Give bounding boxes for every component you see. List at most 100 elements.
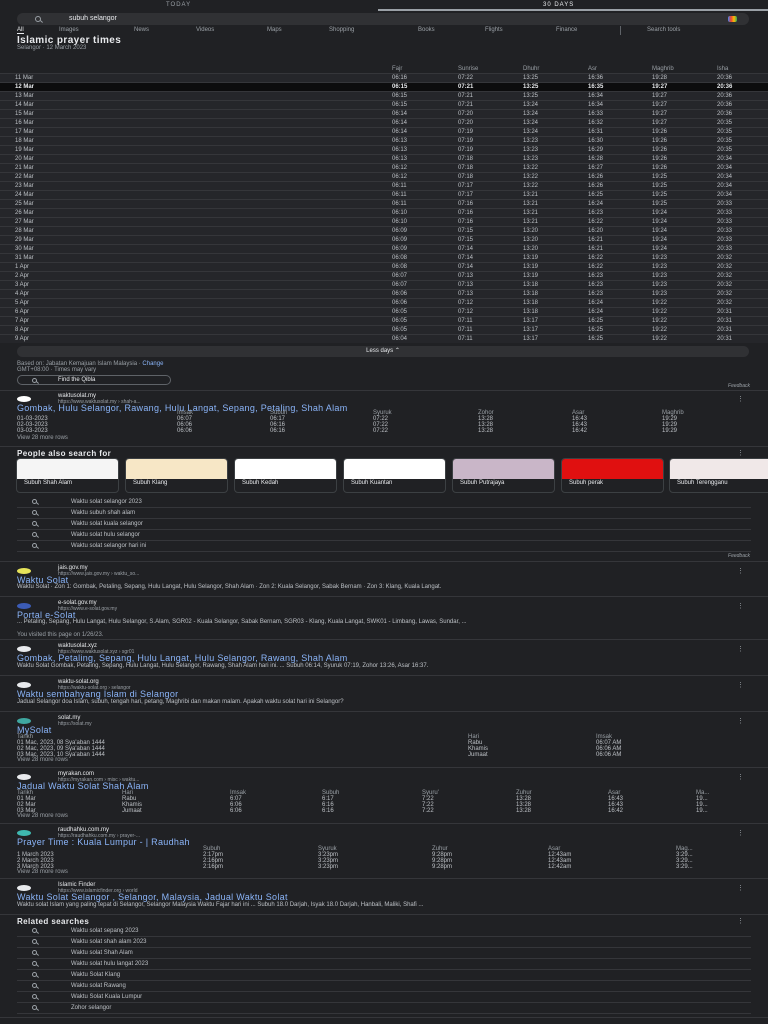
time-cell: 07:12 bbox=[458, 300, 474, 306]
people-also-search-item[interactable]: Waktu subuh shah alam bbox=[17, 508, 751, 519]
time-cell: 07:22 bbox=[458, 75, 474, 81]
time-cell: 19:22 bbox=[652, 327, 668, 333]
related-search-item[interactable]: Waktu solat shah alam 2023 bbox=[17, 937, 751, 948]
people-also-search-item[interactable]: Waktu solat selangor hari ini bbox=[17, 541, 751, 552]
change-link[interactable]: Change bbox=[142, 361, 163, 367]
time-cell: 06:11 bbox=[392, 192, 407, 198]
table-cell: 7:22 bbox=[422, 808, 434, 814]
time-cell: 06:07 bbox=[392, 273, 408, 279]
tab-30-days[interactable]: 30 DAYS bbox=[543, 2, 574, 8]
related-search-card[interactable]: Subuh perak bbox=[561, 458, 664, 493]
related-search-card[interactable]: Subuh Putrajaya bbox=[452, 458, 555, 493]
more-options-icon[interactable]: ⋮ bbox=[737, 395, 744, 403]
time-cell: 06:06 bbox=[392, 291, 408, 297]
item-label: Waktu solat Rawang bbox=[71, 983, 126, 989]
more-options-icon[interactable]: ⋮ bbox=[737, 449, 744, 457]
time-cell: 20:35 bbox=[717, 129, 733, 135]
column-header: Asr bbox=[588, 66, 597, 72]
site-favicon bbox=[17, 396, 31, 402]
nav-maps[interactable]: Maps bbox=[267, 27, 282, 33]
item-label: Waktu subuh shah alam bbox=[71, 510, 136, 516]
related-search-item[interactable]: Waktu solat Shah Alam bbox=[17, 948, 751, 959]
time-cell: 06:14 bbox=[392, 111, 408, 117]
more-options-icon[interactable]: ⋮ bbox=[737, 917, 744, 925]
time-cell: 19:24 bbox=[652, 228, 668, 234]
find-qibla-button[interactable]: Find the Qibla bbox=[17, 375, 171, 385]
tab-today[interactable]: TODAY bbox=[166, 2, 191, 8]
result-title-link[interactable]: Gombak, Petaling, Sepang, Hulu Langat, H… bbox=[17, 653, 348, 663]
nav-videos[interactable]: Videos bbox=[196, 27, 214, 33]
time-cell: 07:12 bbox=[458, 309, 474, 315]
people-also-search-item[interactable]: Waktu solat hulu selangor bbox=[17, 530, 751, 541]
search-bar[interactable]: subuh selangor bbox=[17, 13, 749, 25]
time-cell: 13:24 bbox=[523, 120, 539, 126]
time-cell: 07:19 bbox=[458, 129, 474, 135]
search-input[interactable]: subuh selangor bbox=[69, 15, 117, 22]
nav-news[interactable]: News bbox=[134, 27, 149, 33]
table-cell: 6:06 bbox=[230, 808, 242, 814]
table-row: 6 Apr 06:05 07:12 13:18 16:24 19:22 20:31 bbox=[0, 307, 768, 316]
time-cell: 07:15 bbox=[458, 228, 474, 234]
item-label: Waktu Solat Kuala Lumpur bbox=[71, 994, 143, 1000]
more-options-icon[interactable]: ⋮ bbox=[737, 717, 744, 725]
related-search-item[interactable]: Zohor selangor bbox=[17, 1003, 751, 1014]
search-icon bbox=[32, 1005, 37, 1010]
feedback-link[interactable]: Feedback bbox=[728, 383, 750, 389]
search-tools[interactable]: Search tools bbox=[647, 27, 680, 33]
more-options-icon[interactable]: ⋮ bbox=[737, 602, 744, 610]
table-row: 4 Apr 06:06 07:13 13:18 16:23 19:23 20:32 bbox=[0, 289, 768, 298]
time-cell: 16:25 bbox=[588, 192, 604, 198]
card-label: Subuh Kedah bbox=[242, 480, 279, 486]
time-cell: 07:13 bbox=[458, 282, 474, 288]
related-search-card[interactable]: Subuh Kuantan bbox=[343, 458, 446, 493]
nav-shopping[interactable]: Shopping bbox=[329, 27, 354, 33]
result-title-link[interactable]: Prayer Time : Kuala Lumpur - | Raudhah bbox=[17, 837, 190, 847]
time-cell: 20:31 bbox=[717, 318, 733, 324]
result-title-link[interactable]: Waktu sembahyang Islam di Selangor bbox=[17, 689, 178, 699]
column-header: Fajr bbox=[392, 66, 403, 72]
date-cell: 8 Apr bbox=[15, 327, 30, 333]
time-cell: 13:23 bbox=[523, 156, 539, 162]
more-options-icon[interactable]: ⋮ bbox=[737, 681, 744, 689]
related-search-card[interactable]: Subuh Shah Alam bbox=[16, 458, 119, 493]
nav-images[interactable]: Images bbox=[59, 27, 79, 33]
more-options-icon[interactable]: ⋮ bbox=[737, 829, 744, 837]
time-cell: 16:23 bbox=[588, 210, 604, 216]
more-options-icon[interactable]: ⋮ bbox=[737, 567, 744, 575]
related-search-item[interactable]: Waktu solat Rawang bbox=[17, 981, 751, 992]
nav-finance[interactable]: Finance bbox=[556, 27, 577, 33]
more-options-icon[interactable]: ⋮ bbox=[737, 773, 744, 781]
time-cell: 06:14 bbox=[392, 120, 408, 126]
site-url: https://solat.my bbox=[58, 721, 92, 727]
people-also-search-item[interactable]: Waktu solat kuala selangor bbox=[17, 519, 751, 530]
related-search-card[interactable]: Subuh Klang bbox=[125, 458, 228, 493]
time-cell: 07:14 bbox=[458, 246, 474, 252]
feedback-link[interactable]: Feedback bbox=[728, 553, 750, 559]
people-also-search-item[interactable]: Waktu solat selangor 2023 bbox=[17, 497, 751, 508]
related-search-card[interactable]: Subuh Terengganu bbox=[669, 458, 768, 493]
related-search-item[interactable]: Waktu Solat Kuala Lumpur bbox=[17, 992, 751, 1003]
view-more-rows[interactable]: View 28 more rows bbox=[17, 435, 68, 441]
card-label: Subuh Putrajaya bbox=[460, 480, 505, 486]
search-result-islamic-finder: Islamic Finder https://www.islamicfinder… bbox=[0, 878, 768, 914]
table-cell: 16:42 bbox=[608, 808, 624, 814]
time-cell: 19:23 bbox=[652, 255, 668, 261]
time-cell: 07:21 bbox=[458, 93, 474, 99]
related-search-item[interactable]: Waktu Solat Klang bbox=[17, 970, 751, 981]
table-cell: Jumaat bbox=[468, 752, 488, 758]
time-cell: 19:23 bbox=[652, 273, 668, 279]
related-search-item[interactable]: Waktu solat sepang 2023 bbox=[17, 926, 751, 937]
table-row: 11 Mar 06:16 07:22 13:25 16:36 19:28 20:36 bbox=[0, 73, 768, 82]
less-days-button[interactable]: Less days ⌃ bbox=[17, 346, 749, 357]
nav-books[interactable]: Books bbox=[418, 27, 435, 33]
table-cell: 19... bbox=[696, 808, 708, 814]
related-search-item[interactable]: Waktu solat hulu langat 2023 bbox=[17, 959, 751, 970]
time-cell: 06:09 bbox=[392, 246, 408, 252]
related-search-card[interactable]: Subuh Kedah bbox=[234, 458, 337, 493]
nav-flights[interactable]: Flights bbox=[485, 27, 503, 33]
google-lens-icon[interactable] bbox=[728, 16, 737, 22]
more-options-icon[interactable]: ⋮ bbox=[737, 645, 744, 653]
nav-all[interactable]: All bbox=[17, 27, 24, 34]
result-title-link[interactable]: Waktu Solat Selangor , Selangor, Malaysi… bbox=[17, 892, 288, 902]
more-options-icon[interactable]: ⋮ bbox=[737, 884, 744, 892]
